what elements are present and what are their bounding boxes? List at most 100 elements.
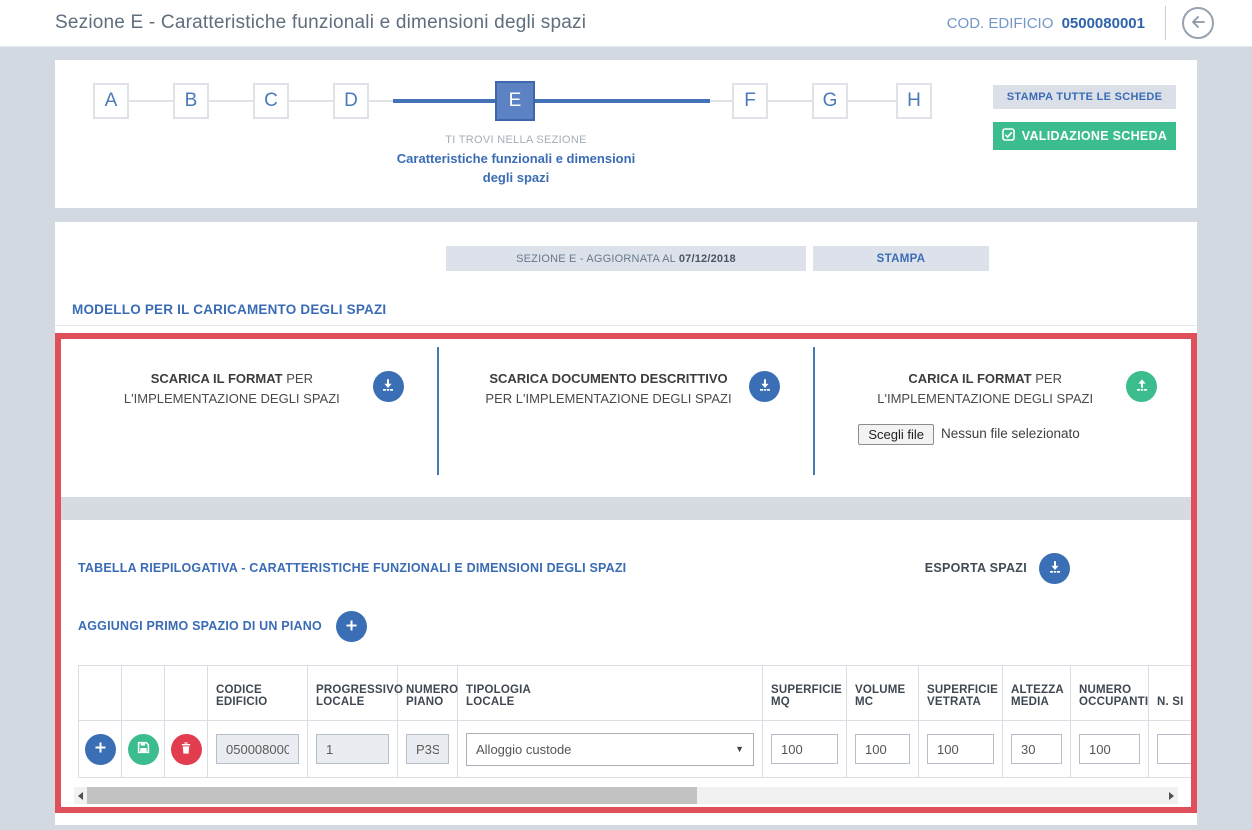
step-b[interactable]: B xyxy=(173,83,209,119)
export-spaces: ESPORTA SPAZI xyxy=(925,551,1070,584)
page-title: Sezione E - Caratteristiche funzionali e… xyxy=(55,12,947,34)
progressivo-locale-input xyxy=(316,734,389,764)
codice-edificio-cell xyxy=(208,721,308,778)
download-document-text: SCARICA DOCUMENTO DESCRITTIVO PER L'IMPL… xyxy=(468,369,750,408)
column-tipologia-locale-label: TIPOLOGIA LOCALE xyxy=(466,684,546,708)
plus-icon xyxy=(344,618,359,636)
back-button[interactable] xyxy=(1182,7,1214,39)
stepper-card: A B C D E F G H TI TROVI NELLA SEZIONE C… xyxy=(55,60,1197,208)
building-code: COD. EDIFICIO 0500080001 xyxy=(947,15,1145,32)
spaces-table: CODICE EDIFICIO PROGRESSIVO LOCALE NUMER… xyxy=(78,665,1191,778)
download-format-title: SCARICA IL FORMAT xyxy=(151,371,283,386)
print-button[interactable]: STAMPA xyxy=(813,246,989,271)
download-icon xyxy=(1047,559,1063,578)
row-add-button[interactable] xyxy=(85,734,116,765)
actions-column-header xyxy=(122,666,165,721)
step-g[interactable]: G xyxy=(812,83,848,119)
export-spaces-button[interactable] xyxy=(1039,553,1070,584)
download-document-button[interactable] xyxy=(749,371,780,402)
add-first-space-button[interactable] xyxy=(336,611,367,642)
scroll-right-icon xyxy=(1169,792,1174,800)
download-format-panel: SCARICA IL FORMAT PER L'IMPLEMENTAZIONE … xyxy=(61,355,438,485)
step-d[interactable]: D xyxy=(333,83,369,119)
file-status-text: Nessun file selezionato xyxy=(941,424,1080,444)
highlighted-section: SCARICA IL FORMAT PER L'IMPLEMENTAZIONE … xyxy=(55,333,1197,813)
download-document-title: SCARICA DOCUMENTO DESCRITTIVO xyxy=(489,371,727,386)
download-icon xyxy=(380,377,396,396)
back-arrow-icon xyxy=(1190,15,1207,32)
table-header-bar: TABELLA RIEPILOGATIVA - CARATTERISTICHE … xyxy=(72,551,1180,584)
download-document-panel: SCARICA DOCUMENTO DESCRITTIVO PER L'IMPL… xyxy=(438,355,815,485)
upload-format-text: CARICA IL FORMAT PER L'IMPLEMENTAZIONE D… xyxy=(844,369,1126,445)
section-separator-band xyxy=(61,497,1191,520)
volume-mc-input[interactable] xyxy=(855,734,910,764)
scroll-right-button[interactable] xyxy=(1165,787,1178,804)
step-connector xyxy=(768,100,812,102)
row-save-button[interactable] xyxy=(128,734,159,765)
superficie-vetrata-cell xyxy=(919,721,1003,778)
validate-button[interactable]: VALIDAZIONE SCHEDA xyxy=(993,122,1176,150)
step-connector xyxy=(710,100,732,102)
add-first-space: AGGIUNGI PRIMO SPAZIO DI UN PIANO xyxy=(72,609,1180,642)
delete-cell xyxy=(165,721,208,778)
column-cut-off: N. SI xyxy=(1149,666,1192,721)
altezza-media-input[interactable] xyxy=(1011,734,1062,764)
column-altezza-media: ALTEZZA MEDIA xyxy=(1003,666,1071,721)
model-panels: SCARICA IL FORMAT PER L'IMPLEMENTAZIONE … xyxy=(61,339,1191,497)
checkbox-check-icon xyxy=(1002,128,1015,144)
add-first-space-label: AGGIUNGI PRIMO SPAZIO DI UN PIANO xyxy=(78,619,322,633)
scroll-left-button[interactable] xyxy=(74,787,87,804)
numero-occupanti-cell xyxy=(1071,721,1149,778)
column-progressivo-locale: PROGRESSIVO LOCALE xyxy=(308,666,398,721)
chevron-down-icon: ▼ xyxy=(735,744,744,754)
numero-piano-cell xyxy=(398,721,458,778)
validate-button-label: VALIDAZIONE SCHEDA xyxy=(1022,129,1167,143)
step-e-active[interactable]: E xyxy=(495,81,535,121)
building-code-value: 0500080001 xyxy=(1062,15,1145,32)
download-icon xyxy=(757,377,773,396)
step-connector-active xyxy=(393,99,710,103)
section-bar: SEZIONE E - AGGIORNATA AL 07/12/2018 STA… xyxy=(446,246,1197,271)
step-c[interactable]: C xyxy=(253,83,289,119)
choose-file-button[interactable]: Scegli file xyxy=(858,424,934,445)
print-all-button[interactable]: STAMPA TUTTE LE SCHEDE xyxy=(993,85,1176,109)
superficie-mq-cell xyxy=(763,721,847,778)
divider xyxy=(55,325,1197,326)
column-tipologia-locale: TIPOLOGIA LOCALE xyxy=(458,666,763,721)
current-section-info: TI TROVI NELLA SEZIONE Caratteristiche f… xyxy=(385,134,647,188)
step-f[interactable]: F xyxy=(732,83,768,119)
section-updated-button[interactable]: SEZIONE E - AGGIORNATA AL 07/12/2018 xyxy=(446,246,806,271)
step-connector xyxy=(369,100,393,102)
column-volume-mc: VOLUME MC xyxy=(847,666,919,721)
superficie-vetrata-input[interactable] xyxy=(927,734,994,764)
download-format-button[interactable] xyxy=(373,371,404,402)
scroll-left-icon xyxy=(78,792,83,800)
upload-format-panel: CARICA IL FORMAT PER L'IMPLEMENTAZIONE D… xyxy=(814,355,1191,485)
column-superficie-vetrata: SUPERFICIE VETRATA xyxy=(919,666,1003,721)
column-numero-occupanti: NUMERO OCCUPANTI xyxy=(1071,666,1149,721)
numero-occupanti-input[interactable] xyxy=(1079,734,1140,764)
trash-icon xyxy=(179,741,193,758)
column-numero-piano: NUMERO PIANO xyxy=(398,666,458,721)
spaces-table-title: TABELLA RIEPILOGATIVA - CARATTERISTICHE … xyxy=(78,561,626,575)
upload-format-title: CARICA IL FORMAT xyxy=(908,371,1031,386)
step-a[interactable]: A xyxy=(93,83,129,119)
plus-icon xyxy=(93,740,108,758)
main-card: SEZIONE E - AGGIORNATA AL 07/12/2018 STA… xyxy=(55,222,1197,825)
cut-off-input[interactable] xyxy=(1157,734,1191,764)
step-h[interactable]: H xyxy=(896,83,932,119)
step-connector xyxy=(848,100,896,102)
tipologia-locale-select[interactable]: Alloggio custode ▼ xyxy=(466,733,754,766)
progressivo-locale-cell xyxy=(308,721,398,778)
save-floppy-icon xyxy=(136,740,151,758)
superficie-mq-input[interactable] xyxy=(771,734,838,764)
file-input-row: Scegli file Nessun file selezionato xyxy=(858,424,1112,445)
download-format-text: SCARICA IL FORMAT PER L'IMPLEMENTAZIONE … xyxy=(91,369,373,408)
stepper-actions: STAMPA TUTTE LE SCHEDE VALIDAZIONE SCHED… xyxy=(993,85,1176,150)
row-delete-button[interactable] xyxy=(171,734,202,765)
altezza-media-cell xyxy=(1003,721,1071,778)
save-cell xyxy=(122,721,165,778)
upload-format-button[interactable] xyxy=(1126,371,1157,402)
scrollbar-thumb[interactable] xyxy=(87,787,697,804)
export-spaces-label: ESPORTA SPAZI xyxy=(925,561,1027,575)
